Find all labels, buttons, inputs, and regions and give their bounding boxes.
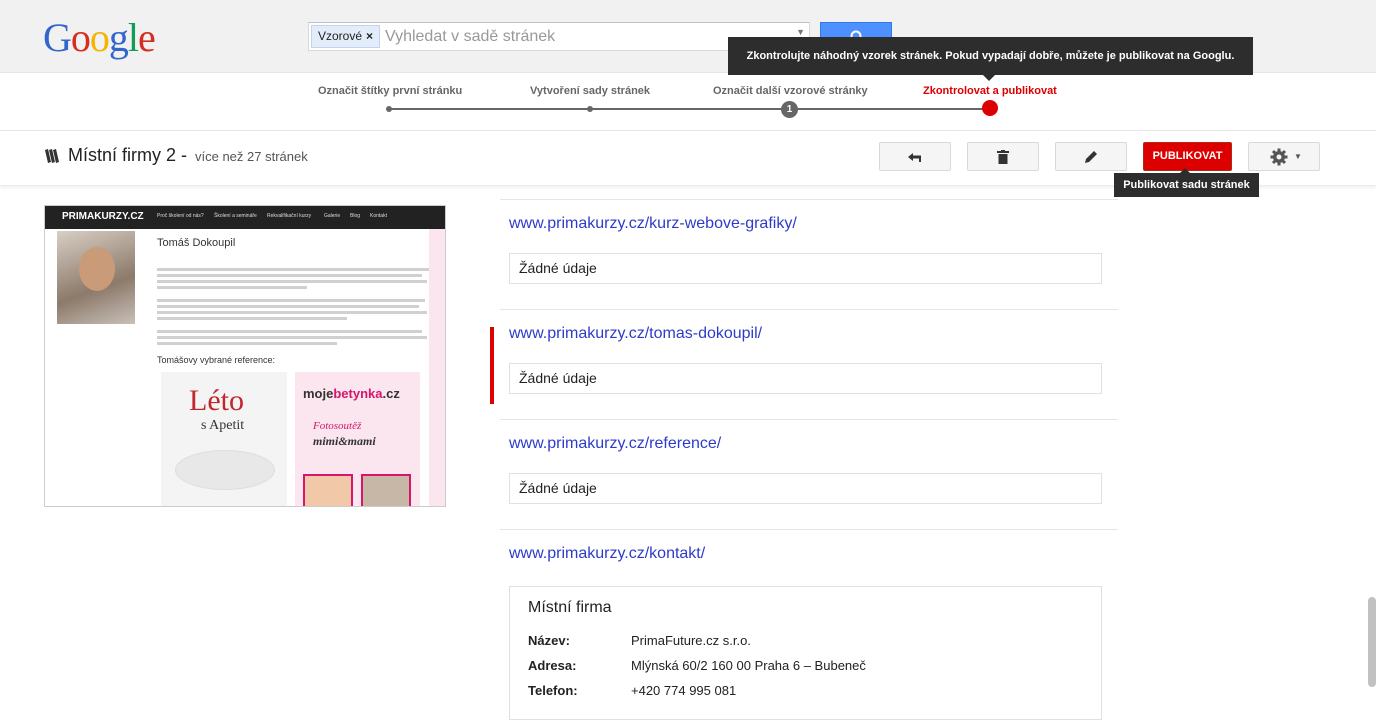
divider: [500, 199, 1118, 200]
step-label-1[interactable]: Označit štítky první stránku: [318, 85, 462, 97]
publish-tooltip: Publikovat sadu stránek: [1114, 168, 1259, 197]
preview-text-line: [157, 274, 422, 277]
preview-text-line: [157, 336, 427, 339]
divider: [500, 419, 1118, 420]
field-label-address: Adresa:: [528, 658, 577, 673]
page-url-link[interactable]: www.primakurzy.cz/reference/: [509, 435, 721, 453]
preview-text-line: [157, 317, 347, 320]
page-url-link[interactable]: www.primakurzy.cz/kurz-webove-grafiky/: [509, 215, 797, 233]
divider: [500, 529, 1118, 530]
page-data-status: Žádné údaje: [509, 253, 1102, 284]
step-tooltip: Zkontrolujte náhodný vzorek stránek. Pok…: [728, 37, 1253, 81]
search-input[interactable]: Vyhledat v sadě stránek: [385, 23, 555, 50]
page-url-link-selected[interactable]: www.primakurzy.cz/tomas-dokoupil/: [509, 325, 762, 343]
undo-icon: [908, 153, 921, 162]
scrollbar-thumb[interactable]: [1368, 597, 1376, 687]
page-preview-thumbnail[interactable]: PRIMAKURZY.CZ Proč školení od nás? Škole…: [44, 205, 446, 507]
preview-text-line: [157, 280, 427, 283]
business-data-card: Místní firma Název: PrimaFuture.cz s.r.o…: [509, 586, 1102, 720]
field-label-name: Název:: [528, 633, 570, 648]
page-set-count: více než 27 stránek: [195, 149, 308, 164]
field-value-name: PrimaFuture.cz s.r.o.: [631, 633, 751, 648]
preview-text-line: [157, 286, 307, 289]
search-dropdown-icon[interactable]: ▼: [796, 27, 805, 37]
search-filter-chip[interactable]: Vzorové ×: [311, 25, 381, 48]
step-label-4[interactable]: Zkontrolovat a publikovat: [923, 85, 1057, 97]
preview-text-line: [157, 330, 422, 333]
step-label-3[interactable]: Označit další vzorové stránky: [713, 85, 868, 97]
step-label-2[interactable]: Vytvoření sady stránek: [530, 85, 650, 97]
step-dot-3-badge[interactable]: 1: [781, 101, 798, 118]
chip-label: Vzorové: [318, 29, 363, 43]
step-dot-2[interactable]: [587, 106, 593, 112]
back-button[interactable]: [879, 142, 951, 171]
preview-reference-betynka: mojebetynka.cz Fotosoutěž mimi&mami: [295, 372, 420, 506]
trash-icon: [997, 150, 1009, 164]
preview-site-logo: PRIMAKURZY.CZ: [62, 211, 144, 222]
preview-site-nav: PRIMAKURZY.CZ Proč školení od nás? Škole…: [45, 206, 445, 229]
divider: [500, 309, 1118, 310]
page-url-link[interactable]: www.primakurzy.cz/kontakt/: [509, 545, 705, 563]
preview-person-name: Tomáš Dokoupil: [157, 237, 236, 249]
preview-text-line: [157, 311, 427, 314]
preview-menu-item: Proč školení od nás?: [157, 213, 204, 219]
gear-icon: [1270, 148, 1288, 166]
preview-person-photo: [57, 231, 135, 324]
business-type-title: Místní firma: [528, 599, 612, 616]
preview-text-line: [157, 268, 429, 271]
edit-button[interactable]: [1055, 142, 1127, 171]
preview-menu-item: Galerie: [324, 213, 341, 219]
preview-menu-item: Školení a semináře: [214, 213, 257, 219]
preview-text-line: [157, 305, 419, 308]
step-dot-4-active[interactable]: [982, 100, 998, 116]
preview-menu-item: Blog: [350, 213, 361, 219]
preview-references-heading: Tomášovy vybrané reference:: [157, 355, 276, 365]
page-data-status: Žádné údaje: [509, 363, 1102, 394]
preview-menu-item: Kontakt: [370, 213, 387, 219]
page-set-title: Místní firmy 2 -: [68, 145, 188, 165]
selected-page-indicator: [490, 327, 494, 404]
google-logo[interactable]: Google: [43, 14, 156, 60]
step-dot-1[interactable]: [386, 106, 392, 112]
field-value-address: Mlýnská 60/2 160 00 Praha 6 – Bubeneč: [631, 658, 866, 673]
chip-close-icon[interactable]: ×: [366, 29, 373, 43]
progress-track: [389, 108, 991, 110]
preview-text-line: [157, 342, 337, 345]
publish-button[interactable]: PUBLIKOVAT: [1143, 142, 1232, 171]
field-label-phone: Telefon:: [528, 683, 578, 698]
settings-button[interactable]: ▼: [1248, 142, 1320, 171]
delete-button[interactable]: [967, 142, 1039, 171]
preview-reference-leto: Léto s Apetit: [161, 372, 287, 506]
preview-sidebar: [429, 229, 445, 506]
progress-steps: Označit štítky první stránku Vytvoření s…: [0, 73, 1376, 131]
chevron-down-icon: ▼: [1294, 152, 1302, 161]
preview-menu-item: Rekvalifikační kurzy: [267, 213, 312, 219]
page-set-icon: [45, 149, 59, 163]
page-data-status: Žádné údaje: [509, 473, 1102, 504]
pencil-icon: [1085, 151, 1097, 163]
field-value-phone: +420 774 995 081: [631, 683, 737, 698]
preview-text-line: [157, 299, 425, 302]
